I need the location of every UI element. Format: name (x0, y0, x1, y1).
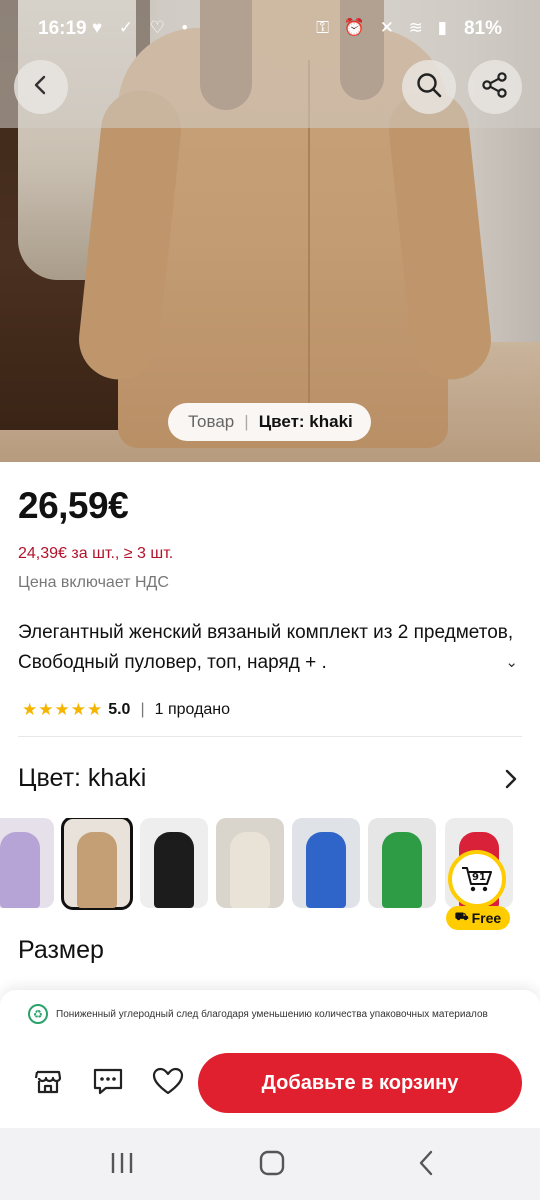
free-label: ⛟ Free (446, 906, 510, 930)
share-button[interactable] (468, 60, 522, 114)
color-label[interactable]: Цвет: khaki (18, 764, 146, 793)
back-button[interactable] (14, 60, 68, 114)
color-variant-blue[interactable] (292, 818, 360, 908)
eco-leaf-icon: ♻ (28, 1004, 48, 1024)
search-icon (415, 71, 443, 104)
status-bar: 16:19 ♥ ✓ ♡ • ⚿ ⏰ ✕ ≋ ▮ 81% (0, 0, 540, 60)
product-title[interactable]: Элегантный женский вязаный комплект из 2… (18, 618, 522, 678)
recent-apps-icon (109, 1151, 135, 1180)
eco-note: ♻ Пониженный углеродный след благодаря у… (28, 1004, 488, 1024)
variant-figure (382, 832, 422, 908)
chat-icon (92, 1066, 124, 1101)
delivery-truck-icon: ⛟ (454, 911, 469, 923)
variant-figure (154, 832, 194, 908)
status-left-icons: ♥ ✓ ♡ • (92, 18, 194, 37)
color-variant-khaki[interactable] (61, 818, 133, 910)
color-variant-black[interactable] (140, 818, 208, 908)
store-button[interactable] (32, 1067, 64, 1099)
chat-button[interactable] (92, 1067, 124, 1099)
share-icon (481, 71, 509, 104)
nav-back-icon (416, 1149, 436, 1182)
cart-counter-icon: 91 (448, 850, 506, 908)
image-tab-pill[interactable]: Товар | Цвет: khaki (168, 403, 371, 441)
rating-row[interactable]: ★★★★★ 5.0 | 1 продано (22, 698, 230, 722)
size-label: Размер (18, 936, 104, 964)
store-icon (33, 1066, 63, 1101)
variant-figure (306, 832, 346, 908)
recent-apps-button[interactable] (106, 1150, 138, 1180)
sold-count: 1 продано (154, 701, 231, 718)
back-arrow-icon (30, 74, 52, 101)
color-variant-green[interactable] (368, 818, 436, 908)
cart-counter: 91 (472, 872, 486, 883)
variant-figure (0, 832, 40, 908)
nav-back-button[interactable] (410, 1150, 442, 1180)
tab-product[interactable]: Товар (188, 412, 234, 432)
wishlist-button[interactable] (152, 1067, 184, 1099)
free-shipping-badge[interactable]: 91 ⛟ Free (446, 850, 510, 930)
add-to-cart-button[interactable]: Добавьте в корзину (198, 1053, 522, 1113)
pill-separator: | (244, 412, 249, 431)
variant-figure (230, 832, 270, 908)
heart-icon (152, 1066, 184, 1101)
rating-separator: | (140, 701, 145, 718)
battery-level: 81% (463, 18, 502, 39)
tab-color[interactable]: Цвет: khaki (259, 412, 353, 432)
eco-note-text: Пониженный углеродный след благодаря уме… (56, 1008, 488, 1020)
star-rating-icon: ★★★★★ (22, 700, 104, 719)
product-title-text: Элегантный женский вязаный комплект из 2… (18, 622, 514, 673)
color-variant-cream[interactable] (216, 818, 284, 908)
status-right-icons: ⚿ ⏰ ✕ ≋ ▮ (316, 18, 452, 37)
variant-figure (77, 832, 117, 908)
home-button[interactable] (256, 1150, 288, 1180)
color-variant-lavender[interactable] (0, 818, 54, 908)
product-price: 26,59€ (18, 485, 129, 526)
bulk-price: 24,39€ за шт., ≥ 3 шт. (18, 545, 174, 562)
chevron-down-icon[interactable]: ⌄ (505, 648, 518, 678)
vat-note: Цена включает НДС (18, 574, 169, 591)
free-label-text: Free (471, 910, 502, 926)
home-icon (258, 1149, 286, 1182)
search-button[interactable] (402, 60, 456, 114)
rating-value: 5.0 (108, 701, 131, 718)
status-time: 16:19 (38, 18, 87, 39)
chevron-right-icon[interactable] (504, 768, 518, 796)
divider (18, 736, 522, 737)
